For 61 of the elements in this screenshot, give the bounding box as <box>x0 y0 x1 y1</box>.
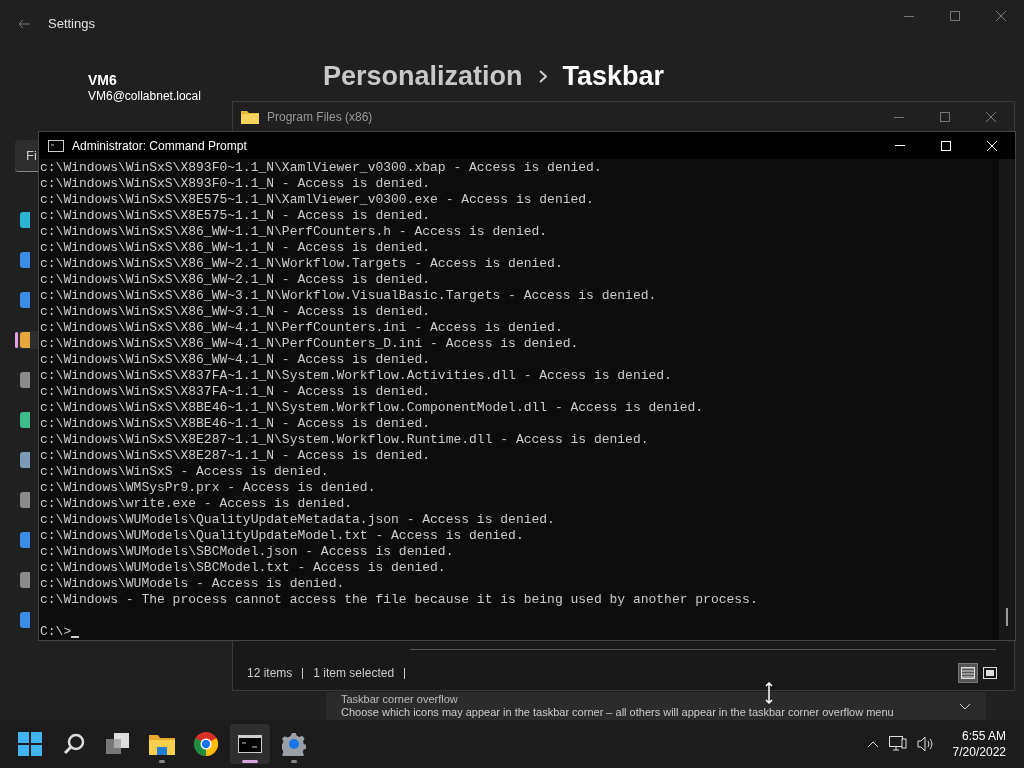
clock-time: 6:55 AM <box>961 728 1006 744</box>
nav-icon <box>20 372 30 388</box>
gear-icon <box>282 732 306 756</box>
minimize-icon <box>895 145 905 146</box>
selection-count: 1 item selected <box>313 665 395 682</box>
back-arrow-icon <box>18 19 30 29</box>
chrome-logo-icon <box>194 732 218 756</box>
taskbar-button[interactable] <box>230 724 270 764</box>
nav-icon <box>20 452 30 468</box>
breadcrumb-parent[interactable]: Personalization <box>323 56 523 97</box>
nav-icon <box>20 572 30 588</box>
nav-icon <box>20 412 30 428</box>
folder-icon <box>241 110 259 124</box>
chevron-up-icon <box>866 740 879 748</box>
windows-logo-icon <box>18 732 42 756</box>
chevron-right-icon <box>538 69 547 83</box>
maximize-icon <box>941 140 951 151</box>
terminal-icon <box>48 139 64 152</box>
resize-cursor-icon <box>765 682 773 704</box>
nav-icon <box>20 332 30 348</box>
user-name: VM6 <box>88 72 118 88</box>
window-title: Administrator: Command Prompt <box>72 137 247 155</box>
window-title: Settings <box>48 15 95 34</box>
running-indicator <box>242 760 258 763</box>
nav-icon <box>20 212 30 228</box>
console-output: c:\Windows\WinSxS\X893F0~1.1_N\XamlViewer_v0300.xbap - Access is denied. c:\Windows\WinSxS\X893F0~1.1_N - Access is denied. c:\Windows\WinSxS\X8E575~1.1_N\XamlViewer_v0300.exe - Access is denied. c:\Windows\WinSxS\X8E575~1.1_N - Access is denied. c:\Windows\WinSxS\X86_WW~1.1_N\PerfCounters.h - Access is denied. c:\Windows\WinSxS\X86_WW~1.1_N - Access is denied. c:\Windows\WinSxS\X86_WW~2.1_N\Workflow.Targets - Access is denied. c:\Windows\WinSxS\X86_WW~2.1_N - Access is denied. c:\Windows\WinSxS\X86_WW~3.1_N\Workflow.VisualBasic.Targets - Access is denied. c:\Windows\WinSxS\X86_WW~3.1_N - Access is denied. c:\Windows\WinSxS\X86_WW~4.1_N\PerfCounters.ini - Access is denied. c:\Windows\WinSxS\X86_WW~4.1_N\PerfCounters_D.ini - Access is denied. c:\Windows\WinSxS\X86_WW~4.1_N - Access is denied. c:\Windows\WinSxS\X837FA~1.1_N\System.Workflow.Activities.dll - Access is denied. c:\Windows\WinSxS\X837FA~1.1_N - Access is denied. c:\Windows\WinSxS\X8BE46~1.1_N\System.Workflow.ComponentModel.dll - Access is denied. c:\Windows\WinSxS\X8BE46~1.1_N - Access is denied. c:\Windows\WinSxS\X8E287~1.1_N\System.Workflow.Runtime.dll - Access is denied. c:\Windows\WinSxS\X8E287~1.1_N - Access is denied. c:\Windows\WinSxS - Access is denied. c:\Windows\WMSysPr9.prx - Access is denied. c:\Windows\write.exe - Access is denied. c:\Windows\WUModels\QualityUpdateMetadata.json - Access is denied. c:\Windows\WUModels\QualityUpdateModel.txt - Access is denied. c:\Windows\WUModels\SBCModel.json - Access is denied. c:\Windows\WUModels\SBCModel.txt - Access is denied. c:\Windows\WUModels - Access is denied. c:\Windows - The process cannot access the file because it is being used by another process. C:\> <box>39 159 759 640</box>
speaker-icon <box>916 736 935 752</box>
search-field[interactable]: Fi <box>15 140 38 172</box>
nav-icon <box>20 532 30 548</box>
search-icon <box>62 732 86 756</box>
nav-icon <box>20 252 30 268</box>
item-count: 12 items <box>247 665 293 682</box>
minimize-icon <box>894 116 904 118</box>
window-title: Program Files (x86) <box>267 109 373 126</box>
user-email: VM6@collabnet.local <box>88 88 202 104</box>
nav-icon <box>20 612 30 628</box>
nav-icon <box>20 492 30 508</box>
clock-date: 7/20/2022 <box>952 744 1006 760</box>
minimize-icon <box>904 15 914 17</box>
close-icon <box>986 112 996 122</box>
running-indicator <box>291 760 297 763</box>
scrollbar[interactable] <box>999 159 1015 640</box>
terminal-icon <box>238 735 262 753</box>
maximize-icon <box>950 11 960 21</box>
maximize-icon <box>940 112 950 122</box>
list-icon <box>961 667 975 679</box>
text-cursor <box>71 636 80 638</box>
setting-card[interactable]: Taskbar corner overflow Choose which icons may appear in the taskbar corner – all others will appear in the taskbar corner overflow menu <box>326 692 986 720</box>
nav-item[interactable] <box>15 331 38 349</box>
nav-icon <box>20 292 30 308</box>
details-view-button[interactable] <box>958 663 978 683</box>
close-icon <box>996 11 1006 21</box>
network-icon <box>888 736 907 752</box>
folder-icon <box>149 733 175 755</box>
setting-title: Taskbar corner overflow <box>341 693 459 705</box>
tile-icon <box>983 667 997 679</box>
setting-description: Choose which icons may appear in the taskbar corner – all others will appear in the taskbar corner overflow menu <box>341 705 894 719</box>
page-title: Taskbar <box>562 60 665 93</box>
close-icon <box>987 140 997 151</box>
running-indicator <box>159 760 165 763</box>
overlapping-squares-icon <box>106 733 130 755</box>
